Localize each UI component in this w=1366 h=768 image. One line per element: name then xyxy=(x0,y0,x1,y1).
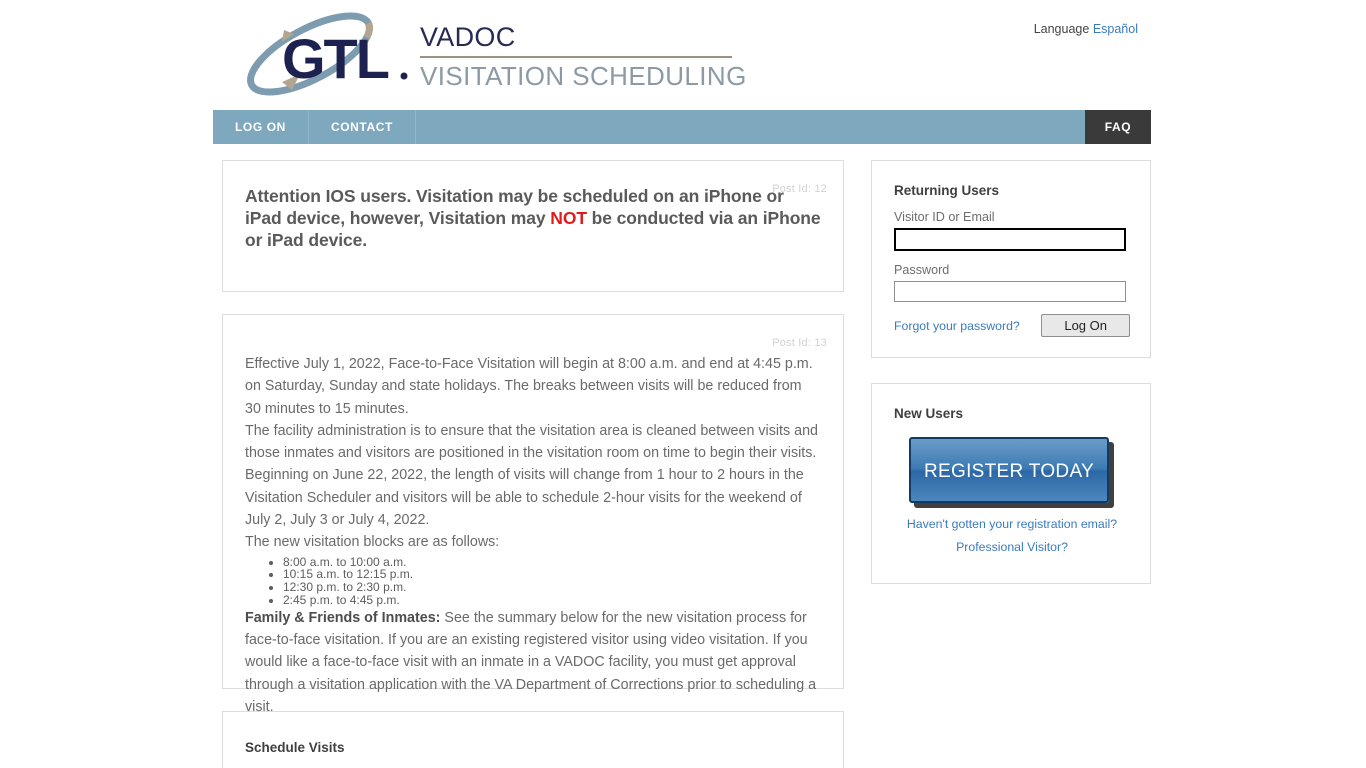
new-users-links: Haven't gotten your registration email? … xyxy=(894,517,1130,554)
post-paragraph-family: Family & Friends of Inmates: See the sum… xyxy=(245,607,821,718)
sidebar-column: Returning Users Visitor ID or Email Pass… xyxy=(871,160,1151,606)
returning-users-panel: Returning Users Visitor ID or Email Pass… xyxy=(871,160,1151,358)
announcement-text: Attention IOS users. Visitation may be s… xyxy=(245,185,821,251)
page-subtitle: VISITATION SCHEDULING xyxy=(420,61,747,91)
announcement-panel-12: Post Id: 12 Attention IOS users. Visitat… xyxy=(222,160,844,292)
site-title-block: VADOC VISITATION SCHEDULING xyxy=(420,20,750,93)
gtl-logo-icon: GTL xyxy=(247,12,408,96)
visitor-id-input[interactable] xyxy=(894,228,1126,251)
announcement-panel-13: Post Id: 13 Effective July 1, 2022, Face… xyxy=(222,314,844,715)
title-divider xyxy=(420,56,732,58)
page-title: VADOC xyxy=(420,22,516,52)
language-link-espanol[interactable]: Español xyxy=(1093,22,1138,36)
main-navigation: LOG ON CONTACT FAQ xyxy=(213,110,1151,144)
register-button-wrap: REGISTER TODAY xyxy=(894,437,1130,503)
visitation-blocks-list: 8:00 a.m. to 10:00 a.m. 10:15 a.m. to 12… xyxy=(245,555,821,607)
returning-users-heading: Returning Users xyxy=(894,183,1000,198)
nav-item-log-on[interactable]: LOG ON xyxy=(213,110,309,144)
post-paragraph-1: Effective July 1, 2022, Face-to-Face Vis… xyxy=(245,356,813,417)
list-item: 2:45 p.m. to 4:45 p.m. xyxy=(283,594,821,607)
log-on-button[interactable]: Log On xyxy=(1041,314,1130,337)
post-id-label: Post Id: 12 xyxy=(772,183,827,195)
main-content-column: Post Id: 12 Attention IOS users. Visitat… xyxy=(222,160,844,768)
new-users-heading: New Users xyxy=(894,406,964,421)
nav-item-faq[interactable]: FAQ xyxy=(1085,110,1151,144)
new-users-panel: New Users REGISTER TODAY Haven't gotten … xyxy=(871,383,1151,584)
language-label: Language xyxy=(1033,22,1090,36)
nav-item-contact[interactable]: CONTACT xyxy=(309,110,416,144)
announcement-emphasis: NOT xyxy=(550,208,587,228)
post-id-label: Post Id: 13 xyxy=(772,337,827,349)
post-paragraph-3: The new visitation blocks are as follows… xyxy=(245,534,500,551)
register-today-button[interactable]: REGISTER TODAY xyxy=(909,437,1109,503)
language-selector: Language Español xyxy=(1034,22,1138,36)
family-friends-label: Family & Friends of Inmates: xyxy=(245,609,441,626)
forgot-password-link[interactable]: Forgot your password? xyxy=(894,319,1020,333)
schedule-visits-heading: Schedule Visits xyxy=(245,740,345,755)
svg-text:GTL: GTL xyxy=(282,27,389,90)
schedule-visits-panel: Schedule Visits xyxy=(222,711,844,768)
professional-visitor-link[interactable]: Professional Visitor? xyxy=(894,540,1130,554)
page-root: GTL VADOC VISITATION SCHEDULING Language… xyxy=(0,0,1366,768)
password-label: Password xyxy=(894,263,950,277)
gtl-logo[interactable]: GTL xyxy=(238,12,418,96)
site-header: GTL VADOC VISITATION SCHEDULING Language… xyxy=(0,0,1366,110)
visitor-id-label: Visitor ID or Email xyxy=(894,210,995,224)
login-actions-row: Forgot your password? Log On xyxy=(894,314,1130,337)
post-paragraph-2: The facility administration is to ensure… xyxy=(245,422,818,529)
password-input[interactable] xyxy=(894,281,1126,302)
registration-email-link[interactable]: Haven't gotten your registration email? xyxy=(894,517,1130,531)
